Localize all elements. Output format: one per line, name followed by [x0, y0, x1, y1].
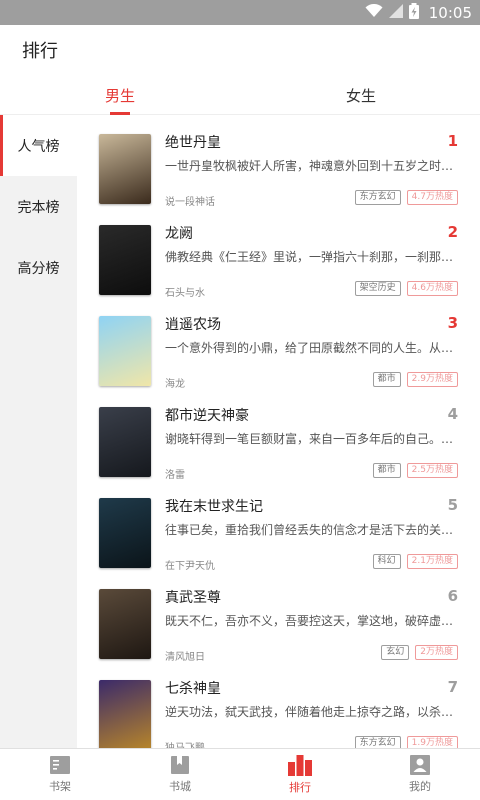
- bookshelf-icon: [49, 755, 71, 775]
- book-title: 真武圣尊: [165, 590, 221, 606]
- book-cover[interactable]: [99, 498, 151, 568]
- genre-tag: 东方玄幻: [354, 190, 401, 205]
- book-rank: 5: [447, 496, 458, 514]
- book-cover[interactable]: [99, 589, 151, 659]
- tab-label: 男生: [104, 86, 135, 105]
- book-description: 谢晓轩得到一笔巨额财富，来自一百多年后的自己。…: [165, 432, 453, 446]
- book-description: 一世丹皇牧枫被奸人所害，神魂意外回到十五岁之时…: [165, 159, 453, 173]
- nav-label: 排行: [289, 781, 311, 794]
- book-tags: 都市 2.5万热度: [372, 463, 458, 478]
- tab-label: 女生: [345, 86, 376, 105]
- book-row[interactable]: 七杀神皇 7 逆天功法，弑天武技，伴随着他走上掠夺之路，以杀… 独马飞鹏 东方玄…: [77, 661, 480, 748]
- status-time: 10:05: [428, 3, 472, 22]
- bookstore-icon: [170, 755, 190, 775]
- book-row[interactable]: 我在末世求生记 5 往事已矣，重拾我们曾经丢失的信念才是活下去的关… 在下尹天仇…: [77, 479, 480, 572]
- book-title: 七杀神皇: [165, 681, 221, 697]
- book-row[interactable]: 都市逆天神豪 4 谢晓轩得到一笔巨额财富，来自一百多年后的自己。… 洛雷 都市 …: [77, 388, 480, 481]
- nav-profile[interactable]: 我的: [360, 749, 480, 800]
- app-bar: 排行: [0, 25, 480, 75]
- page-title: 排行: [22, 41, 58, 62]
- book-title: 绝世丹皇: [165, 135, 221, 151]
- book-description: 一个意外得到的小鼎，给了田原截然不同的人生。从…: [165, 341, 453, 355]
- book-cover[interactable]: [99, 225, 151, 295]
- book-title: 都市逆天神豪: [165, 408, 249, 424]
- book-tags: 科幻 2.1万热度: [372, 554, 458, 569]
- book-author: 独马飞鹏: [165, 739, 205, 748]
- genre-tag: 架空历史: [354, 281, 401, 296]
- ranking-icon: [287, 754, 313, 776]
- ranking-category-sidebar: 人气榜 完本榜 高分榜: [0, 115, 77, 748]
- book-description: 既天不仁，吾亦不义，吾要控这天，掌这地，破碎虚…: [165, 614, 453, 628]
- book-cover[interactable]: [99, 316, 151, 386]
- book-row[interactable]: 龙阙 2 佛教经典《仁王经》里说，一弹指六十刹那，一刹那… 石头与水 架空历史 …: [77, 206, 480, 299]
- heat-tag: 2万热度: [415, 645, 458, 660]
- genre-tag: 都市: [372, 463, 401, 478]
- sidebar-item-label: 完本榜: [17, 199, 60, 216]
- nav-label: 书城: [169, 780, 191, 793]
- book-rank: 7: [447, 678, 458, 696]
- heat-tag: 2.9万热度: [406, 372, 458, 387]
- book-tags: 架空历史 4.6万热度: [354, 281, 458, 296]
- heat-tag: 4.7万热度: [406, 190, 458, 205]
- genre-tag: 玄幻: [381, 645, 410, 660]
- genre-tag: 都市: [372, 372, 401, 387]
- book-row[interactable]: 真武圣尊 6 既天不仁，吾亦不义，吾要控这天，掌这地，破碎虚… 清风旭日 玄幻 …: [77, 570, 480, 663]
- book-rank: 1: [447, 132, 458, 150]
- book-cover[interactable]: [99, 407, 151, 477]
- book-tags: 玄幻 2万热度: [381, 645, 458, 660]
- sidebar-item-completed[interactable]: 完本榜: [0, 176, 77, 237]
- heat-tag: 2.1万热度: [406, 554, 458, 569]
- gender-tabs: 男生 女生: [0, 75, 480, 115]
- heat-tag: 4.6万热度: [406, 281, 458, 296]
- book-tags: 东方玄幻 4.7万热度: [354, 190, 458, 205]
- heat-tag: 2.5万热度: [406, 463, 458, 478]
- battery-charging-icon: [408, 2, 419, 23]
- book-rank: 6: [447, 587, 458, 605]
- book-cover[interactable]: [99, 680, 151, 748]
- book-description: 逆天功法，弑天武技，伴随着他走上掠夺之路，以杀…: [165, 705, 453, 719]
- nav-label: 我的: [409, 780, 431, 793]
- signal-icon: [388, 3, 403, 22]
- book-ranking-list[interactable]: 绝世丹皇 1 一世丹皇牧枫被奸人所害，神魂意外回到十五岁之时… 说一段神话 东方…: [77, 115, 480, 748]
- status-bar: 10:05: [0, 0, 480, 25]
- book-rank: 3: [447, 314, 458, 332]
- tab-male[interactable]: 男生: [77, 75, 163, 115]
- genre-tag: 科幻: [372, 554, 401, 569]
- book-description: 往事已矣，重拾我们曾经丢失的信念才是活下去的关…: [165, 523, 453, 537]
- tab-female[interactable]: 女生: [318, 75, 404, 115]
- nav-bookshelf[interactable]: 书架: [0, 749, 120, 800]
- book-rank: 4: [447, 405, 458, 423]
- book-title: 龙阙: [165, 226, 193, 242]
- book-row[interactable]: 绝世丹皇 1 一世丹皇牧枫被奸人所害，神魂意外回到十五岁之时… 说一段神话 东方…: [77, 115, 480, 208]
- genre-tag: 东方玄幻: [354, 736, 401, 748]
- book-row[interactable]: 逍遥农场 3 一个意外得到的小鼎，给了田原截然不同的人生。从… 海龙 都市 2.…: [77, 297, 480, 390]
- book-description: 佛教经典《仁王经》里说，一弹指六十刹那，一刹那…: [165, 250, 453, 264]
- sidebar-item-popularity[interactable]: 人气榜: [0, 115, 77, 176]
- wifi-icon: [365, 3, 383, 22]
- nav-label: 书架: [49, 780, 71, 793]
- nav-bookstore[interactable]: 书城: [120, 749, 240, 800]
- book-cover[interactable]: [99, 134, 151, 204]
- profile-icon: [410, 755, 430, 775]
- sidebar-item-label: 高分榜: [17, 260, 60, 277]
- book-title: 我在末世求生记: [165, 499, 263, 515]
- book-title: 逍遥农场: [165, 317, 221, 333]
- heat-tag: 1.9万热度: [406, 736, 458, 748]
- book-tags: 东方玄幻 1.9万热度: [354, 736, 458, 748]
- sidebar-item-label: 人气榜: [17, 138, 60, 155]
- nav-ranking[interactable]: 排行: [240, 749, 360, 800]
- book-rank: 2: [447, 223, 458, 241]
- book-tags: 都市 2.9万热度: [372, 372, 458, 387]
- sidebar-item-high-score[interactable]: 高分榜: [0, 237, 77, 298]
- bottom-navigation: 书架 书城 排行 我的: [0, 748, 480, 800]
